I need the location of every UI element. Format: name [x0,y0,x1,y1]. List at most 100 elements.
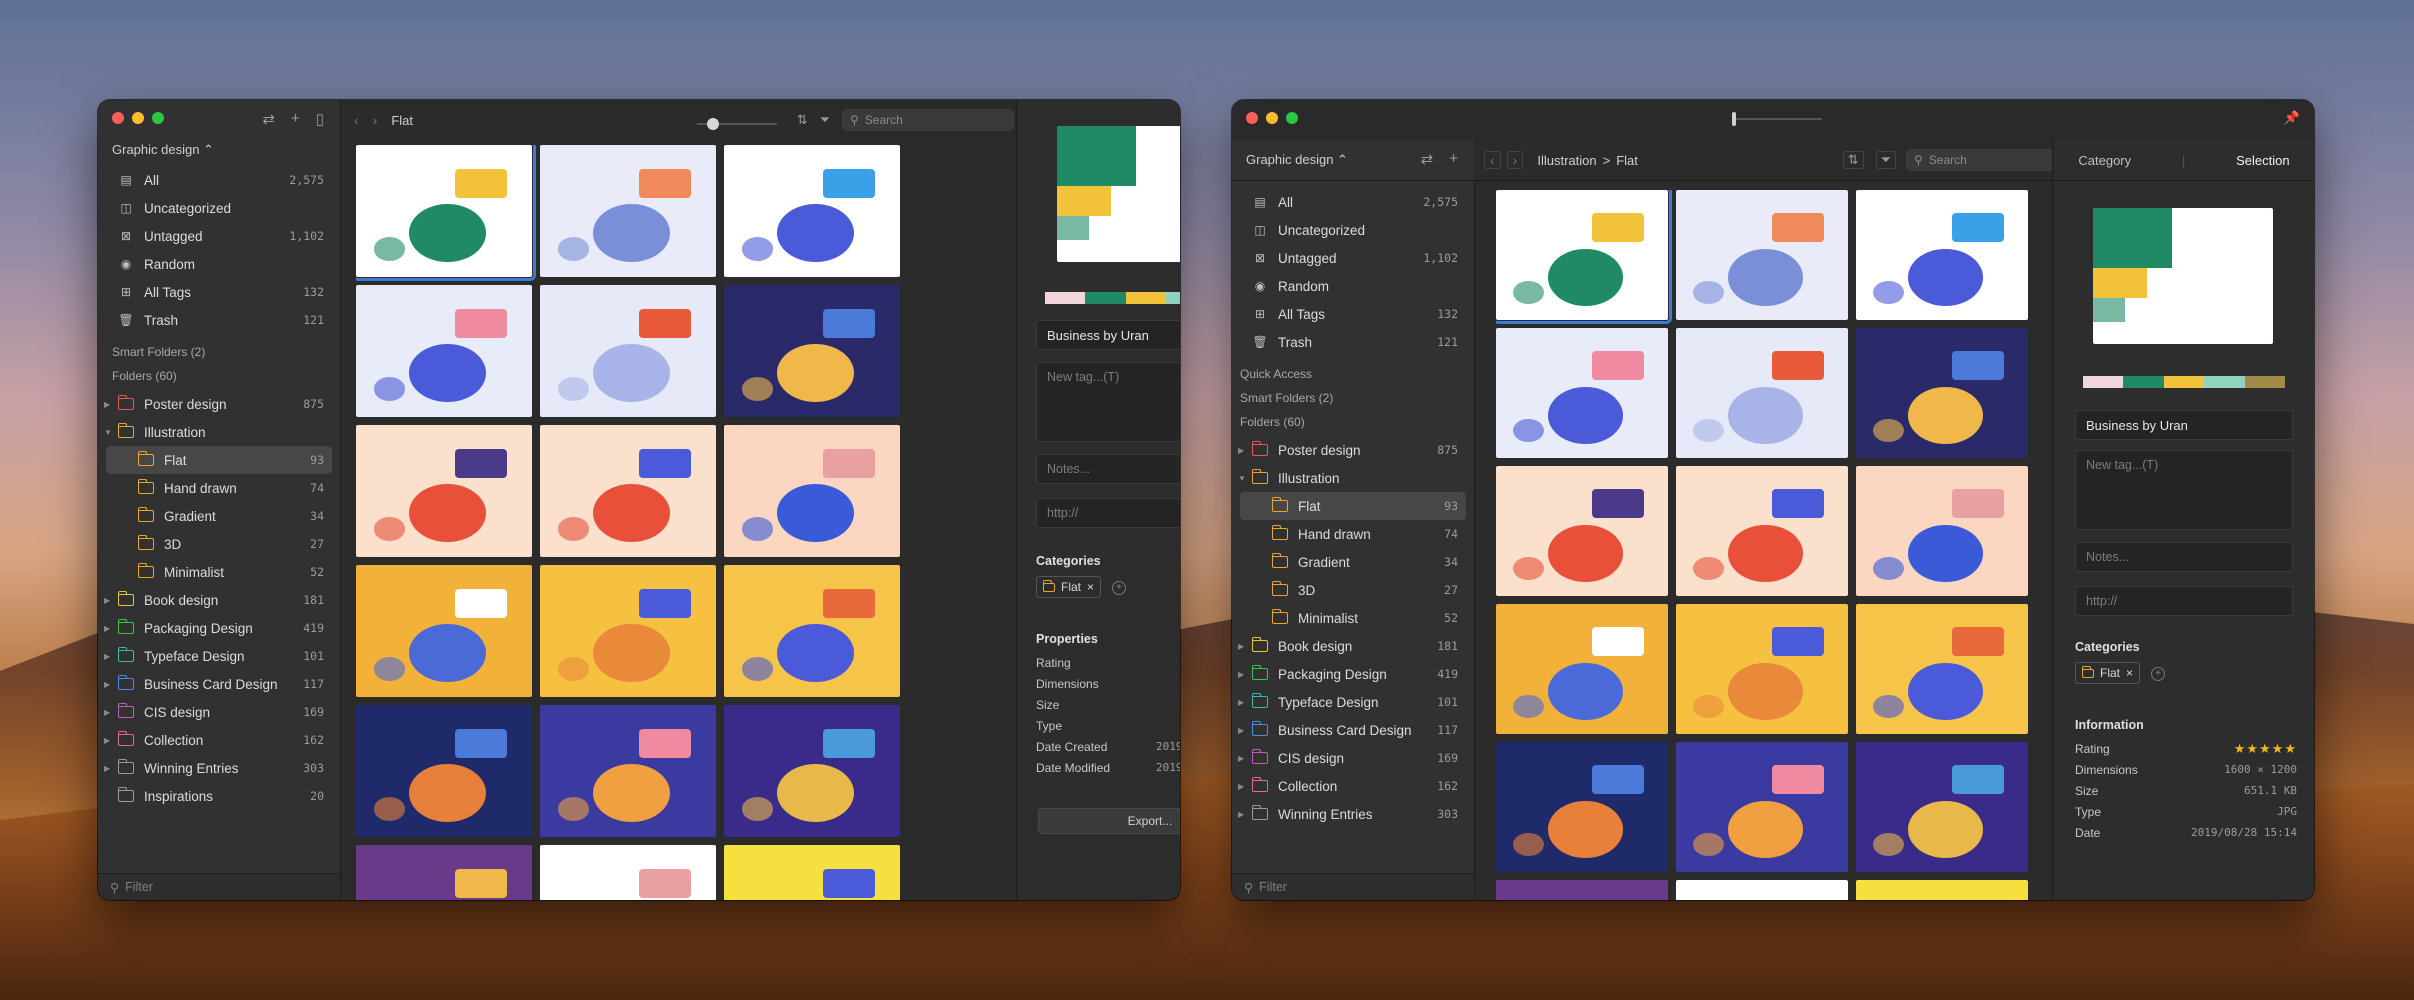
chevron-right-icon[interactable]: ▶ [104,764,110,773]
thumbnail[interactable] [724,145,900,277]
sidebar-item-trash[interactable]: 🗑 Trash 121 [1232,328,1474,356]
sidebar-item-all[interactable]: ▤ All 2,575 [98,166,340,194]
library-switcher[interactable]: Graphic design ⌃ [1246,152,1348,168]
category-chip[interactable]: Flat × [1036,576,1102,598]
thumbnail[interactable] [1856,742,2028,872]
sidebar-toggle-icon[interactable]: ▯ [316,110,324,128]
thumbnail[interactable] [1856,604,2028,734]
folder-item-hand-drawn[interactable]: Hand drawn 74 [98,474,340,502]
add-category-icon[interactable]: + [1112,581,1126,595]
folder-item-poster-design[interactable]: ▶ Poster design 875 [1232,436,1474,464]
breadcrumb-current[interactable]: Flat [1616,153,1638,168]
thumbnail[interactable] [540,845,716,900]
color-palette[interactable] [2083,376,2286,388]
sidebar-item-all-tags[interactable]: ⊞ All Tags 132 [1232,300,1474,328]
filter-icon[interactable]: ⏷ [1875,151,1896,169]
notes-field[interactable]: Notes... [2075,542,2293,572]
thumbnail[interactable] [1676,328,1848,458]
chevron-right-icon[interactable]: ▶ [1238,698,1244,707]
thumbnail[interactable] [1856,328,2028,458]
folder-item-business-card-design[interactable]: ▶ Business Card Design 117 [1232,716,1474,744]
chevron-right-icon[interactable]: ▶ [1238,726,1244,735]
thumbnail[interactable] [724,565,900,697]
palette-swatch[interactable] [2083,376,2124,388]
chevron-right-icon[interactable]: ▶ [1238,754,1244,763]
thumbnail[interactable] [356,705,532,837]
thumbnail[interactable] [540,145,716,277]
folder-item-cis-design[interactable]: ▶ CIS design 169 [98,698,340,726]
chevron-right-icon[interactable]: ▶ [104,400,110,409]
close-button[interactable] [112,112,124,124]
folder-item-collection[interactable]: ▶ Collection 162 [1232,772,1474,800]
folder-item-book-design[interactable]: ▶ Book design 181 [1232,632,1474,660]
title-field[interactable]: Business by Uran [1036,320,1180,350]
size-slider-handle[interactable] [1732,112,1736,126]
folder-item-illustration[interactable]: ▼ Illustration [98,418,340,446]
sidebar-item-untagged[interactable]: ⊠ Untagged 1,102 [98,222,340,250]
thumbnail[interactable] [356,145,536,281]
sidebar-item-uncategorized[interactable]: ◫ Uncategorized [1232,216,1474,244]
folder-item-gradient[interactable]: Gradient 34 [98,502,340,530]
tab-category[interactable]: Category [2078,153,2131,168]
preview-image[interactable] [2093,208,2273,344]
quick-access-header[interactable]: Quick Access [1232,362,1474,386]
close-button[interactable] [1246,112,1258,124]
thumbnail[interactable] [1856,190,2028,320]
search-input[interactable]: ⚲ Search [842,109,1014,131]
folder-item-minimalist[interactable]: Minimalist 52 [1232,604,1474,632]
search-input[interactable]: ⚲ Search [1906,149,2054,171]
folder-item-hand-drawn[interactable]: Hand drawn 74 [1232,520,1474,548]
breadcrumb-current[interactable]: Flat [391,113,413,128]
smart-folders-header[interactable]: Smart Folders (2) [1232,386,1474,410]
thumbnail[interactable] [1496,604,1668,734]
thumbnail[interactable] [724,705,900,837]
folder-item-minimalist[interactable]: Minimalist 52 [98,558,340,586]
thumbnail[interactable] [540,705,716,837]
sidebar-item-random[interactable]: ◉ Random [1232,272,1474,300]
size-slider[interactable] [683,113,791,130]
breadcrumb-parent[interactable]: Illustration [1537,153,1596,168]
thumbnail[interactable] [724,425,900,557]
chevron-down-icon[interactable]: ▼ [104,428,112,437]
smart-folders-header[interactable]: Smart Folders (2) [98,340,340,364]
folder-item-illustration[interactable]: ▼ Illustration [1232,464,1474,492]
folder-item-poster-design[interactable]: ▶ Poster design 875 [98,390,340,418]
chevron-right-icon[interactable]: ▶ [1238,446,1244,455]
thumbnail[interactable] [540,285,716,417]
thumbnail[interactable] [1676,190,1848,320]
folder-item-flat[interactable]: Flat 93 [1240,492,1466,520]
chevron-right-icon[interactable]: ▶ [1238,642,1244,651]
swap-icon[interactable]: ⇄ [262,110,275,128]
swap-icon[interactable]: ⇄ [1421,150,1434,168]
thumbnail[interactable] [1496,466,1668,596]
sidebar-item-uncategorized[interactable]: ◫ Uncategorized [98,194,340,222]
export-button[interactable]: Export... [1038,808,1180,834]
chevron-right-icon[interactable]: ▶ [104,736,110,745]
category-chip[interactable]: Flat × [2075,662,2141,684]
palette-swatch[interactable] [2123,376,2164,388]
filter-input[interactable]: ⚲ Filter [1232,873,1474,900]
chevron-right-icon[interactable]: ▶ [1238,670,1244,679]
thumbnail[interactable] [1496,880,1668,900]
folder-item-collection[interactable]: ▶ Collection 162 [98,726,340,754]
notes-field[interactable]: Notes... [1036,454,1180,484]
add-icon[interactable]: + [291,110,300,128]
thumbnail[interactable] [1676,880,1848,900]
thumbnail[interactable] [1676,604,1848,734]
rating-stars[interactable]: ★★★★★ [2234,741,2297,757]
chevron-right-icon[interactable]: ▶ [104,680,110,689]
chevron-right-icon[interactable]: ▶ [104,596,110,605]
remove-icon[interactable]: × [2126,666,2133,680]
sidebar-item-untagged[interactable]: ⊠ Untagged 1,102 [1232,244,1474,272]
thumbnail[interactable] [1856,880,2028,900]
folder-item-gradient[interactable]: Gradient 34 [1232,548,1474,576]
tags-field[interactable]: New tag...(T) [2075,450,2293,530]
folder-item-3d[interactable]: 3D 27 [98,530,340,558]
sort-icon[interactable]: ⇅ [1842,151,1864,169]
size-slider[interactable] [1732,112,1822,126]
thumbnail[interactable] [356,425,532,557]
palette-swatch[interactable] [2163,376,2205,388]
zoom-button[interactable] [152,112,164,124]
filter-icon[interactable]: ⏷ [820,112,830,128]
url-field[interactable]: http:// [2075,586,2293,616]
